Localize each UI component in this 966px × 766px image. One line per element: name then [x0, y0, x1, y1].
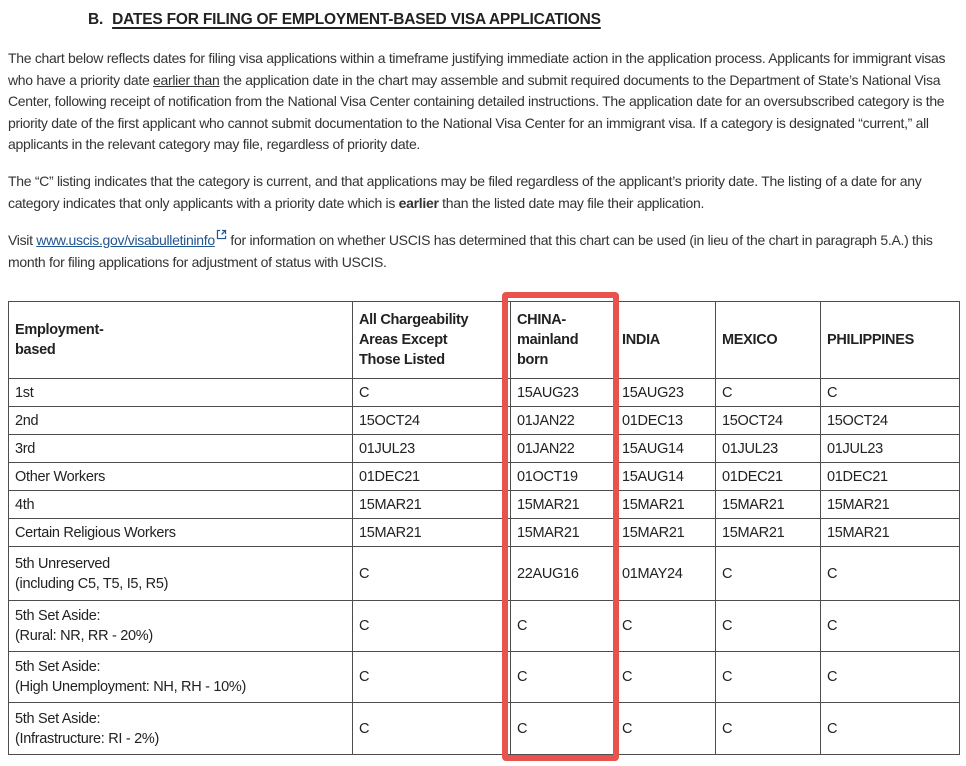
external-link-icon[interactable]: [216, 229, 227, 240]
table-row-5th-unreserved: 5th Unreserved (including C5, T5, I5, R5…: [8, 546, 960, 601]
column-header-all-chargeability: All Chargeability Areas Except Those Lis…: [352, 301, 511, 379]
table-cell: C: [615, 651, 716, 703]
table-cell: 01JAN22: [510, 434, 616, 463]
table-row-4th: 4th 15MAR21 15MAR21 15MAR21 15MAR21 15MA…: [8, 490, 960, 519]
table-cell: C: [820, 702, 960, 755]
table-cell: 15MAR21: [820, 490, 960, 519]
table-row-other-workers: Other Workers 01DEC21 01OCT19 15AUG14 01…: [8, 462, 960, 491]
p1-underlined-phrase: earlier than: [153, 71, 220, 88]
table-cell: 01DEC21: [715, 462, 821, 491]
row-category: 1st: [8, 378, 353, 407]
p3-text-before: Visit: [8, 232, 37, 249]
table-row-2nd: 2nd 15OCT24 01JAN22 01DEC13 15OCT24 15OC…: [8, 406, 960, 435]
table-cell: C: [510, 702, 616, 755]
p2-bold-word: earlier: [398, 194, 439, 211]
table-cell: C: [820, 600, 960, 652]
table-row-5th-set-aside-infrastructure: 5th Set Aside: (Infrastructure: RI - 2%)…: [8, 702, 960, 755]
table-cell: 15MAR21: [715, 490, 821, 519]
row-category: 5th Unreserved (including C5, T5, I5, R5…: [8, 546, 353, 601]
table-cell: C: [715, 546, 821, 601]
table-cell: 15AUG23: [615, 378, 716, 407]
table-row-1st: 1st C 15AUG23 15AUG23 C C: [8, 378, 960, 407]
table-cell: 15AUG14: [615, 462, 716, 491]
table-cell: C: [352, 600, 511, 652]
table-cell: 01DEC13: [615, 406, 716, 435]
table-cell: C: [715, 702, 821, 755]
table-cell: 01DEC21: [352, 462, 511, 491]
table-cell: C: [820, 651, 960, 703]
table-cell: C: [510, 651, 616, 703]
table-cell: C: [615, 702, 716, 755]
table-cell: 15MAR21: [352, 518, 511, 547]
table-cell: 22AUG16: [510, 546, 616, 601]
table-cell: 15OCT24: [352, 406, 511, 435]
section-title: DATES FOR FILING OF EMPLOYMENT-BASED VIS…: [112, 11, 601, 28]
table-cell: 15MAR21: [352, 490, 511, 519]
visa-bulletin-document: B. DATES FOR FILING OF EMPLOYMENT-BASED V…: [0, 11, 966, 766]
table-cell: C: [510, 600, 616, 652]
text-block: B. DATES FOR FILING OF EMPLOYMENT-BASED V…: [0, 11, 966, 273]
table-cell: 15AUG14: [615, 434, 716, 463]
uscis-visabulletin-link[interactable]: www.uscis.gov/visabulletininfo: [36, 229, 227, 248]
row-category: 5th Set Aside: (Infrastructure: RI - 2%): [8, 702, 353, 755]
row-category: 2nd: [8, 406, 353, 435]
table-cell: C: [352, 702, 511, 755]
intro-paragraph-3: Visit www.uscis.gov/visabulletininfo for…: [8, 230, 956, 273]
table-row-5th-set-aside-high-unemployment: 5th Set Aside: (High Unemployment: NH, R…: [8, 651, 960, 703]
row-category: 5th Set Aside: (Rural: NR, RR - 20%): [8, 600, 353, 652]
table-cell: C: [352, 378, 511, 407]
section-heading: B. DATES FOR FILING OF EMPLOYMENT-BASED V…: [88, 11, 956, 29]
section-letter: B.: [88, 11, 104, 28]
table-cell: 01OCT19: [510, 462, 616, 491]
table-cell: C: [715, 600, 821, 652]
column-header-employment-based: Employment- based: [8, 301, 353, 379]
table-row-certain-religious-workers: Certain Religious Workers 15MAR21 15MAR2…: [8, 518, 960, 547]
table-cell: C: [352, 651, 511, 703]
table-cell: 15MAR21: [510, 518, 616, 547]
table-cell: 15OCT24: [820, 406, 960, 435]
table-cell: C: [615, 600, 716, 652]
column-header-india: INDIA: [615, 301, 716, 379]
filing-dates-table: Employment- based All Chargeability Area…: [8, 301, 960, 755]
table-cell: 01JUL23: [352, 434, 511, 463]
uscis-visabulletin-link-text[interactable]: www.uscis.gov/visabulletininfo: [36, 232, 215, 248]
table-cell: C: [715, 378, 821, 407]
table-cell: 15OCT24: [715, 406, 821, 435]
table-cell: 15MAR21: [510, 490, 616, 519]
p2-text-after: than the listed date may file their appl…: [438, 194, 705, 211]
table-cell: C: [352, 546, 511, 601]
table-header-row: Employment- based All Chargeability Area…: [8, 301, 960, 379]
column-header-philippines: PHILIPPINES: [820, 301, 960, 379]
row-category: 4th: [8, 490, 353, 519]
table-cell: 01JUL23: [715, 434, 821, 463]
table-cell: C: [820, 378, 960, 407]
row-category: 5th Set Aside: (High Unemployment: NH, R…: [8, 651, 353, 703]
table-cell: 01JAN22: [510, 406, 616, 435]
table-cell: 15AUG23: [510, 378, 616, 407]
table-cell: 15MAR21: [820, 518, 960, 547]
table-row-3rd: 3rd 01JUL23 01JAN22 15AUG14 01JUL23 01JU…: [8, 434, 960, 463]
table-cell: C: [820, 546, 960, 601]
table-cell: 01JUL23: [820, 434, 960, 463]
table-cell: 15MAR21: [615, 518, 716, 547]
intro-paragraph-1: The chart below reflects dates for filin…: [8, 48, 956, 156]
column-header-mexico: MEXICO: [715, 301, 821, 379]
row-category: 3rd: [8, 434, 353, 463]
row-category: Certain Religious Workers: [8, 518, 353, 547]
table-cell: C: [715, 651, 821, 703]
table-cell: 01DEC21: [820, 462, 960, 491]
column-header-china-mainland-born: CHINA- mainland born: [510, 301, 616, 379]
intro-paragraph-2: The “C” listing indicates that the categ…: [8, 171, 956, 214]
row-category: Other Workers: [8, 462, 353, 491]
table-cell: 15MAR21: [715, 518, 821, 547]
table-cell: 15MAR21: [615, 490, 716, 519]
table-cell: 01MAY24: [615, 546, 716, 601]
table-row-5th-set-aside-rural: 5th Set Aside: (Rural: NR, RR - 20%) C C…: [8, 600, 960, 652]
